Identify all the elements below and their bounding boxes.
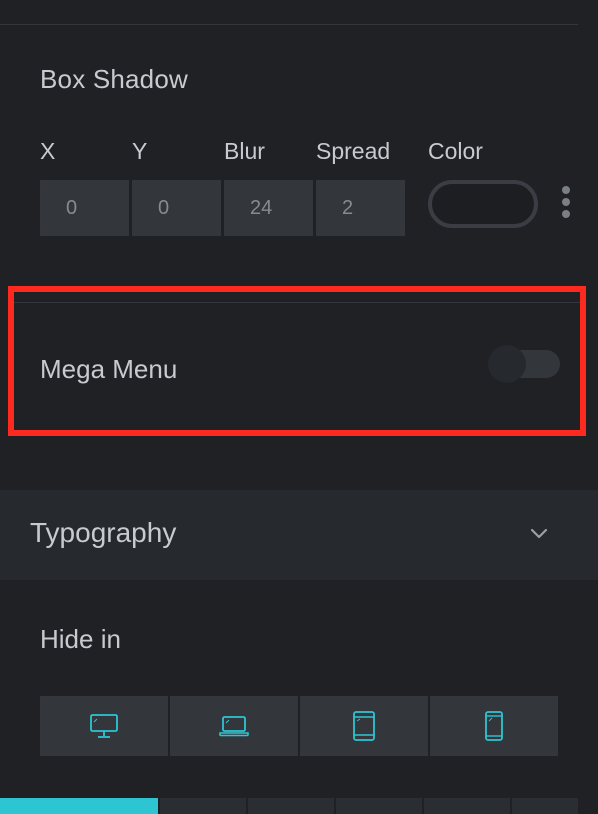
chevron-down-icon[interactable] <box>530 528 548 540</box>
box-shadow-title: Box Shadow <box>40 64 188 94</box>
hide-tablet-button[interactable] <box>300 696 428 756</box>
shadow-x-label: X <box>40 138 56 164</box>
top-divider <box>0 24 578 25</box>
shadow-spread-label: Spread <box>316 138 391 164</box>
shadow-color-label: Color <box>428 138 483 164</box>
bottom-tab[interactable] <box>512 798 578 814</box>
bottom-tab[interactable] <box>336 798 422 814</box>
shadow-y-label: Y <box>132 138 148 164</box>
shadow-blur-input[interactable]: 24 <box>224 180 313 236</box>
shadow-blur-label: Blur <box>224 138 265 164</box>
desktop-icon <box>90 714 118 738</box>
tablet-icon <box>353 711 375 741</box>
laptop-icon <box>219 716 249 737</box>
bottom-tab[interactable] <box>160 798 246 814</box>
mobile-icon <box>485 711 503 741</box>
hide-mobile-button[interactable] <box>430 696 558 756</box>
hide-desktop-button[interactable] <box>40 696 168 756</box>
shadow-color-swatch[interactable] <box>428 180 538 228</box>
bottom-tab[interactable] <box>424 798 510 814</box>
hide-laptop-button[interactable] <box>170 696 298 756</box>
more-options-icon[interactable] <box>560 186 572 222</box>
shadow-x-input[interactable]: 0 <box>40 180 129 236</box>
shadow-y-input[interactable]: 0 <box>132 180 221 236</box>
bottom-tab[interactable] <box>248 798 334 814</box>
typography-label: Typography <box>30 517 177 548</box>
hide-in-label: Hide in <box>40 624 121 654</box>
shadow-spread-input[interactable]: 2 <box>316 180 405 236</box>
bottom-tab-active[interactable] <box>0 798 158 814</box>
highlight-box <box>8 286 586 436</box>
